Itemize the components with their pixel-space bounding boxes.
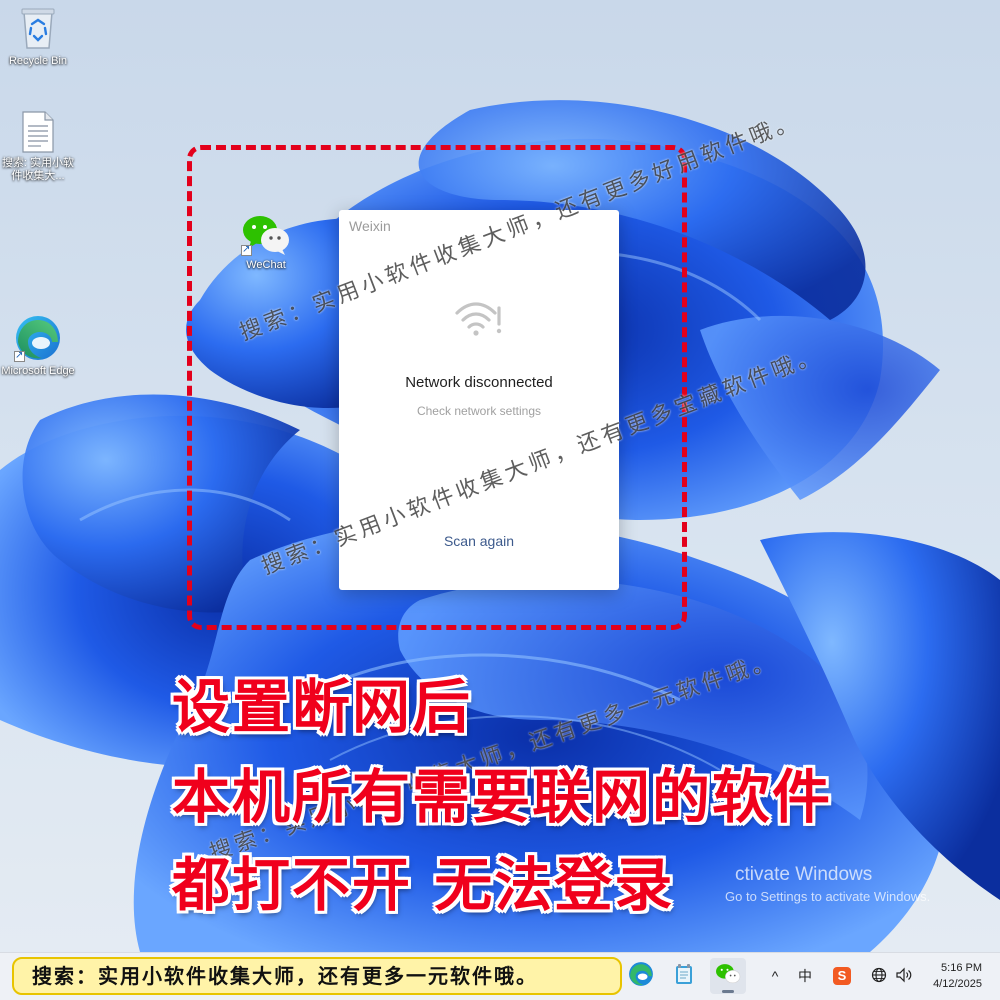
taskbar-notepad[interactable]	[666, 958, 702, 994]
sogou-icon: S	[833, 967, 851, 985]
activate-subtitle: Go to Settings to activate Windows.	[725, 889, 931, 904]
activate-title: ctivate Windows	[735, 864, 873, 885]
desktop-icon-text-file[interactable]: 搜索: 实用小软件收集大...	[0, 110, 76, 183]
desktop-icon-label: Recycle Bin	[8, 55, 68, 67]
volume-button[interactable]	[893, 962, 915, 990]
show-hidden-icons-button[interactable]: ^	[764, 962, 786, 990]
wechat-icon	[715, 963, 741, 990]
chevron-up-icon: ^	[771, 968, 779, 984]
clock-date: 4/12/2025	[933, 978, 982, 990]
globe-icon	[871, 967, 887, 986]
notepad-icon	[672, 962, 696, 991]
text-file-icon	[21, 110, 55, 154]
sogou-input-button[interactable]: S	[830, 962, 854, 990]
taskbar-wechat[interactable]	[710, 958, 746, 994]
caption-line-1: 设置断网后	[172, 673, 473, 741]
desktop-icon-label: Microsoft Edge	[1, 365, 75, 377]
desktop-icon-recycle-bin[interactable]: Recycle Bin	[0, 6, 76, 68]
recycle-bin-icon	[18, 6, 58, 52]
edge-icon	[628, 961, 654, 992]
check-network-settings-link[interactable]: Check network settings	[339, 404, 619, 418]
caption-line-3: 都打不开 无法登录	[172, 851, 675, 919]
shortcut-arrow-icon	[14, 349, 25, 362]
desktop-icon-label: 搜索: 实用小软件收集大...	[1, 157, 75, 182]
taskbar-edge[interactable]	[623, 958, 659, 994]
speaker-icon	[895, 967, 913, 986]
caption-line-2: 本机所有需要联网的软件	[172, 763, 833, 831]
activate-windows-notice: ctivate Windows Go to Settings to activa…	[725, 864, 930, 904]
network-status-button[interactable]	[868, 962, 890, 990]
edge-icon	[14, 314, 62, 362]
ime-indicator: 中	[798, 968, 812, 984]
system-clock[interactable]: 5:16 PM 4/12/2025	[933, 960, 982, 992]
status-heading: Network disconnected	[405, 374, 553, 391]
wifi-disconnected-icon	[454, 300, 504, 343]
window-title: Weixin	[349, 218, 391, 234]
desktop-icon-edge[interactable]: Microsoft Edge	[0, 314, 76, 378]
promo-banner: 搜索：实用小软件收集大师，还有更多一元软件哦。	[12, 957, 622, 995]
ime-mode-button[interactable]: 中	[793, 962, 817, 990]
clock-time: 5:16 PM	[941, 962, 982, 974]
